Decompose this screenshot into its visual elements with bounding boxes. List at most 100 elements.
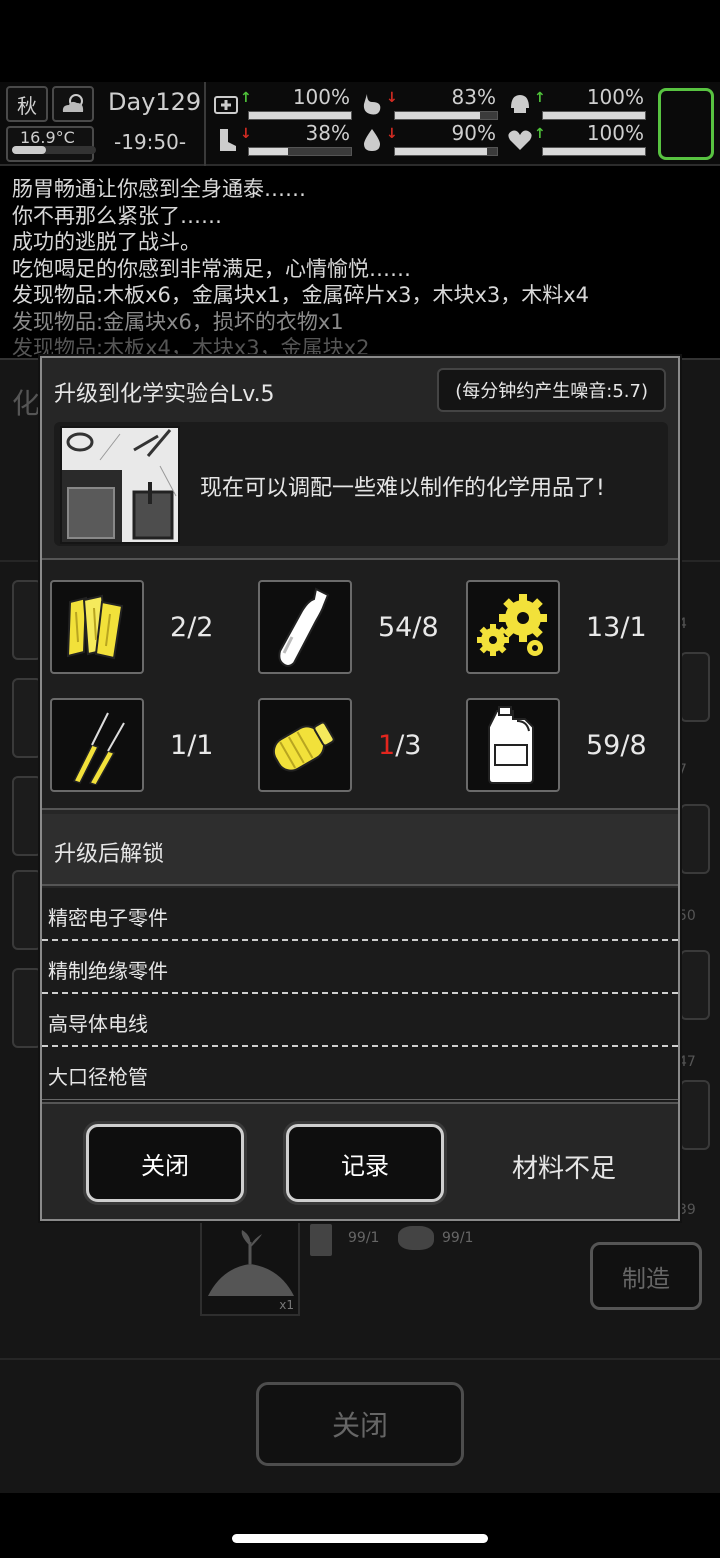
seedling-icon (208, 1230, 294, 1296)
message-log: 肠胃畅通让你感到全身通泰…… 你不再那么紧张了…… 成功的逃脱了战斗。 吃饱喝足… (12, 176, 712, 362)
cloudy-sun-icon (52, 86, 94, 122)
background-count: 47 (678, 1054, 696, 1070)
fertilizer-bag-icon (310, 1224, 332, 1256)
background-count: 39 (678, 1202, 696, 1218)
upgrade-dialog: 升级到化学实验台Lv.5 (每分钟约产生噪音:5.7) 现在可以调配一些难以制作… (40, 356, 680, 1221)
unlock-item-label: 高导体电线 (48, 1012, 148, 1036)
requirement-bottle: 54/8 (258, 580, 458, 674)
dialog-title: 升级到化学实验台Lv.5 (54, 382, 275, 407)
background-close-button[interactable]: 关闭 (256, 1382, 464, 1466)
gears-icon (466, 580, 560, 674)
material-count: 99/1 (348, 1230, 380, 1246)
status-hud: 秋 16.9°C Day129 -19:50- ↑ 100% ↓ 83% ↑ 100% ↓ 3… (0, 82, 720, 166)
background-count: 50 (678, 908, 696, 924)
stat-thirst: ↓ 90% (352, 121, 500, 158)
background-list-tab[interactable] (12, 580, 42, 660)
glue-tube-icon (258, 698, 352, 792)
boot-icon (220, 129, 236, 151)
craft-button[interactable]: 制造 (590, 1242, 702, 1310)
stat-value: 90% (451, 121, 496, 145)
water-drop-icon (364, 129, 380, 151)
log-line: 发现物品:金属块x6，损坏的衣物x1 (12, 309, 344, 334)
wires-icon (50, 698, 144, 792)
log-line: 吃饱喝足的你感到非常满足，心情愉悦…… (12, 256, 411, 281)
wood-planks-icon (50, 580, 144, 674)
requirement-wood-planks: 2/2 (50, 580, 250, 674)
log-line: 你不再那么紧张了…… (12, 203, 222, 228)
requirement-glue-tube: 1/3 (258, 698, 458, 792)
heart-icon (508, 130, 532, 150)
bottle-icon (258, 580, 352, 674)
stat-bar (542, 147, 646, 156)
background-divider (0, 1358, 720, 1360)
requirement-count: 59/8 (586, 730, 647, 761)
requirement-jerrycan: 59/8 (466, 698, 666, 792)
stat-value: 83% (451, 85, 496, 109)
game-clock: -19:50- (114, 130, 187, 154)
season-indicator: 秋 (6, 86, 48, 122)
stat-bar (248, 111, 352, 120)
stomach-icon (363, 94, 381, 115)
requirement-gears: 13/1 (466, 580, 666, 674)
list-item: 精密电子零件 (42, 888, 678, 941)
day-counter: Day129 (108, 88, 202, 116)
unlock-item-label: 精制绝缘零件 (48, 959, 168, 983)
background-list-tab[interactable] (12, 870, 42, 950)
trend-arrow-icon: ↑ (240, 90, 252, 106)
requirements-grid: 2/2 54/8 13/1 1/1 1/3 59/8 (42, 558, 678, 810)
background-list-tab[interactable] (12, 968, 42, 1048)
unlock-item-label: 精密电子零件 (48, 906, 168, 930)
noise-indicator: (每分钟约产生噪音:5.7) (437, 368, 666, 412)
record-button[interactable]: 记录 (286, 1124, 444, 1202)
stat-value: 100% (292, 85, 350, 109)
unlock-list: 精密电子零件 精制绝缘零件 高导体电线 大口径枪管 (42, 888, 678, 1102)
medkit-icon (214, 96, 238, 114)
trend-arrow-icon: ↑ (534, 126, 546, 142)
unlock-item-label: 大口径枪管 (48, 1065, 148, 1089)
background-make-button[interactable] (680, 652, 710, 722)
background-list-tab[interactable] (12, 678, 42, 758)
season-label: 秋 (17, 93, 37, 118)
stat-value: 38% (305, 121, 350, 145)
log-line: 肠胃畅通让你感到全身通泰…… (12, 177, 306, 201)
seedling-item-card[interactable]: x1 (200, 1218, 300, 1316)
list-item: 精制绝缘零件 (42, 941, 678, 994)
stat-health: ↑ 100% (206, 85, 354, 122)
trend-arrow-icon: ↓ (240, 126, 252, 142)
list-item: 高导体电线 (42, 994, 678, 1047)
material-count: 99/1 (442, 1230, 474, 1246)
stat-mood: ↑ 100% (500, 121, 648, 158)
stat-bar (248, 147, 352, 156)
requirement-count: 13/1 (586, 612, 647, 643)
unlock-header-label: 升级后解锁 (54, 842, 165, 867)
requirement-wires: 1/1 (50, 698, 250, 792)
background-panel-title: 化 (12, 387, 41, 420)
upgrade-description: 现在可以调配一些难以制作的化学用品了! (54, 422, 668, 546)
helmet-icon (511, 95, 529, 113)
chemistry-lab-icon (60, 426, 180, 544)
background-make-button[interactable] (680, 804, 710, 874)
stat-bar (394, 111, 498, 120)
ore-icon (398, 1226, 434, 1250)
requirement-count: 54/8 (378, 612, 439, 643)
dialog-header: 升级到化学实验台Lv.5 (每分钟约产生噪音:5.7) (42, 358, 678, 420)
background-list-tab[interactable] (12, 776, 42, 856)
stat-armor: ↑ 100% (500, 85, 648, 122)
temperature-value: 16.9°C (20, 128, 75, 147)
equipped-slot[interactable] (658, 88, 714, 160)
temperature-gauge: 16.9°C (6, 126, 96, 162)
temperature-bar (12, 146, 96, 154)
trend-arrow-icon: ↓ (386, 90, 398, 106)
log-line: 发现物品:木板x6，金属块x1，金属碎片x3，木块x3，木料x4 (12, 283, 590, 307)
stat-value: 100% (586, 121, 644, 145)
background-make-button[interactable] (680, 950, 710, 1020)
trend-arrow-icon: ↓ (386, 126, 398, 142)
stat-hunger: ↓ 83% (352, 85, 500, 122)
requirement-count: 1/1 (170, 730, 214, 761)
list-item: 大口径枪管 (42, 1047, 678, 1100)
home-indicator[interactable] (232, 1534, 488, 1543)
background-make-button[interactable] (680, 1080, 710, 1150)
close-button[interactable]: 关闭 (86, 1124, 244, 1202)
requirement-count: 2/2 (170, 612, 214, 643)
stat-value: 100% (586, 85, 644, 109)
